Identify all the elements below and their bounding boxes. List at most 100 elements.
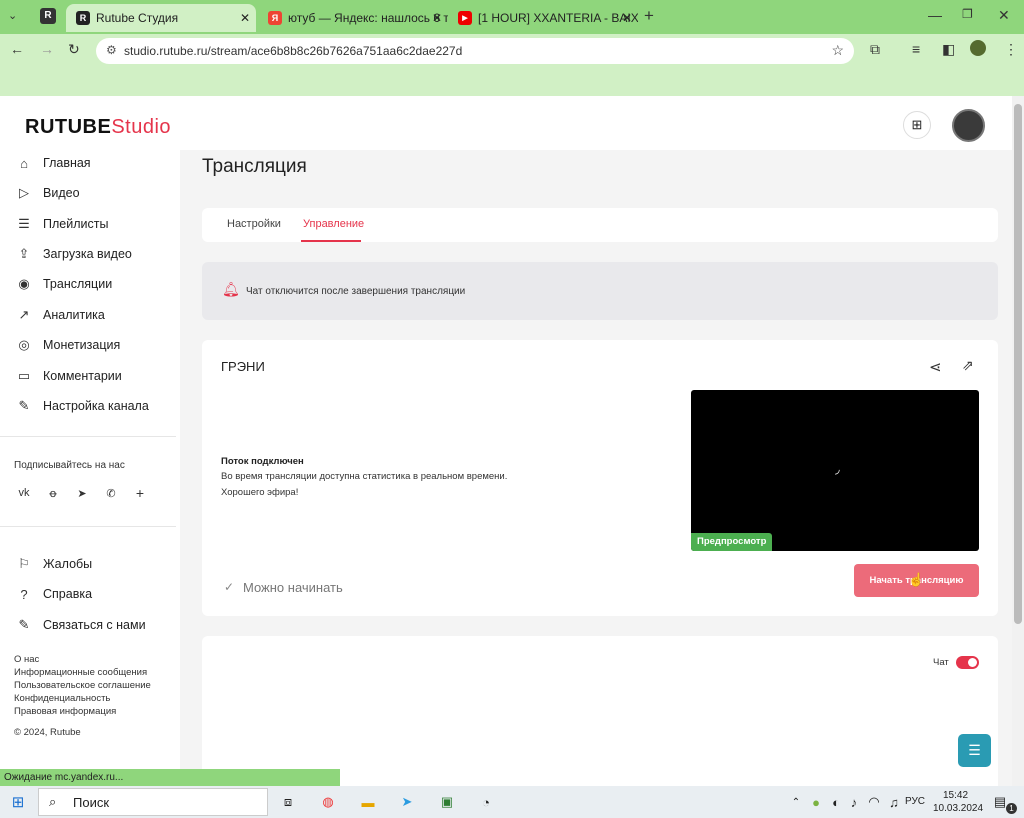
site-info-icon[interactable]: ⚙ xyxy=(106,43,117,57)
cursor-hand-icon: ☝ xyxy=(908,572,925,587)
divider xyxy=(0,436,176,437)
support-chat-icon[interactable]: ☰ xyxy=(958,734,991,767)
obs-icon[interactable]: ◔ xyxy=(476,792,496,812)
sidebar-item-contact[interactable]: ✎ Связаться с нами xyxy=(14,615,146,635)
page-scrollbar[interactable] xyxy=(1012,96,1024,786)
wand-icon: ✎ xyxy=(18,398,30,413)
tab-list-icon[interactable]: ⌄ xyxy=(8,9,17,22)
footer-link[interactable]: О нас xyxy=(14,654,39,665)
browser-tab-bar: ⌄ R R Rutube Студия ✕ Я ютуб — Яндекс: н… xyxy=(0,0,1024,34)
windows-start-icon[interactable]: ⊞ xyxy=(8,792,28,812)
extensions-icon[interactable]: ⧉ xyxy=(870,41,880,58)
stream-status-text: Во время трансляции доступна статистика … xyxy=(221,471,508,482)
viber-icon[interactable]: ✆ xyxy=(101,484,121,502)
sidebar-item-broadcasts[interactable]: ◉ Трансляции xyxy=(14,274,112,294)
bell-icon: 🔔︎ xyxy=(222,281,240,297)
sidebar-item-comments[interactable]: ▭ Комментарии xyxy=(14,366,122,386)
taskbar-search[interactable]: ⌕ Поиск xyxy=(38,788,268,816)
toggle-knob xyxy=(968,658,977,667)
pinned-tab-icon[interactable]: R xyxy=(40,8,56,24)
open-external-icon[interactable]: ⇗ xyxy=(962,357,974,374)
bookmark-star-icon[interactable]: ☆ xyxy=(831,42,844,59)
tab-youtube[interactable]: ▶ [1 HOUR] XXANTERIA - BAIXO ✕ xyxy=(448,4,638,32)
clock-date[interactable]: 10.03.2024 xyxy=(933,803,983,814)
url-text: studio.rutube.ru/stream/ace6b8b8c26b7626… xyxy=(124,44,463,58)
forward-icon[interactable]: → xyxy=(40,41,54,57)
sidebar-item-complaints[interactable]: ⚐ Жалобы xyxy=(14,554,92,574)
footer-link[interactable]: Правовая информация xyxy=(14,706,116,717)
chat-card: Чат xyxy=(202,636,998,786)
side-panel-icon[interactable]: ◧ xyxy=(942,41,955,58)
back-icon[interactable]: ← xyxy=(10,41,24,57)
money-icon: ◎ xyxy=(18,337,30,352)
chrome-icon[interactable]: ◍ xyxy=(318,792,338,812)
sidebar-item-label: Связаться с нами xyxy=(43,618,146,632)
windows-taskbar: ⊞ ⌕ Поиск ⧈ ◍ ▬ ➤ ▣ ◔ ⌃ ● ◐ ♪ ◠ ♫ РУС 15… xyxy=(0,786,1024,818)
tab-management[interactable]: Управление xyxy=(303,218,364,230)
sidebar-item-upload[interactable]: ⇪ Загрузка видео xyxy=(14,244,132,264)
ok-icon[interactable]: ꝋ xyxy=(43,484,63,502)
comments-icon: ▭ xyxy=(17,368,31,383)
footer-link[interactable]: Информационные сообщения xyxy=(14,667,147,678)
clock-time[interactable]: 15:42 xyxy=(943,790,968,801)
address-bar[interactable]: ⚙ studio.rutube.ru/stream/ace6b8b8c26b76… xyxy=(96,38,854,64)
sidebar-item-analytics[interactable]: ↗ Аналитика xyxy=(14,305,105,325)
sidebar: RUTUBEStudio ⌂ Главная ▷ Видео ☰ Плейлисты … xyxy=(0,96,180,786)
close-tab-icon[interactable]: ✕ xyxy=(432,11,442,25)
chat-toggle[interactable] xyxy=(956,656,979,669)
tab-settings[interactable]: Настройки xyxy=(227,218,281,230)
flag-icon: ⚐ xyxy=(18,556,30,571)
rutube-studio-logo[interactable]: RUTUBEStudio xyxy=(25,116,171,139)
window-close-icon[interactable]: ✕ xyxy=(998,7,1010,24)
close-tab-icon[interactable]: ✕ xyxy=(240,11,250,25)
more-icon[interactable]: + xyxy=(130,484,150,502)
show-hidden-icons[interactable]: ⌃ xyxy=(786,792,806,812)
sidebar-item-playlists[interactable]: ☰ Плейлисты xyxy=(14,214,108,234)
footer-link[interactable]: Конфиденциальность xyxy=(14,693,110,704)
sidebar-item-label: Жалобы xyxy=(43,557,93,571)
close-tab-icon[interactable]: ✕ xyxy=(622,11,632,25)
add-content-icon[interactable]: ⊞ xyxy=(903,111,931,139)
restore-icon[interactable]: ❐ xyxy=(962,7,973,21)
analytics-icon: ↗ xyxy=(18,307,30,322)
ready-status: Можно начинать xyxy=(243,580,343,595)
reload-icon[interactable]: ↻ xyxy=(68,41,80,58)
sidebar-item-home[interactable]: ⌂ Главная xyxy=(14,153,91,173)
file-explorer-icon[interactable]: ▬ xyxy=(358,792,378,812)
edit-icon: ✎ xyxy=(18,617,30,632)
volume-icon[interactable]: ♫ xyxy=(884,792,904,812)
profile-icon[interactable] xyxy=(970,40,986,56)
minimize-icon[interactable]: — xyxy=(928,7,942,23)
subscribe-label: Подписывайтесь на нас xyxy=(14,460,125,471)
vk-icon[interactable]: vk xyxy=(14,484,34,502)
tray-app-icon[interactable]: ● xyxy=(806,792,826,812)
new-tab-icon[interactable]: + xyxy=(644,6,654,26)
sidebar-item-monetization[interactable]: ◎ Монетизация xyxy=(14,335,120,355)
wifi-icon[interactable]: ◠ xyxy=(864,792,884,812)
microphone-icon[interactable]: ♪ xyxy=(844,792,864,812)
telegram-icon[interactable]: ➤ xyxy=(72,484,92,502)
avatar[interactable] xyxy=(952,109,985,142)
telegram-taskbar-icon[interactable]: ➤ xyxy=(397,792,417,812)
sidebar-item-help[interactable]: ? Справка xyxy=(14,584,92,604)
scroll-thumb[interactable] xyxy=(1014,104,1022,624)
sidebar-item-label: Главная xyxy=(43,156,91,170)
app-icon[interactable]: ▣ xyxy=(437,792,457,812)
home-icon: ⌂ xyxy=(20,155,28,171)
language-indicator[interactable]: РУС xyxy=(905,796,925,807)
footer-link[interactable]: Пользовательское соглашение xyxy=(14,680,151,691)
tab-yandex[interactable]: Я ютуб — Яндекс: нашлось 6 ты ✕ xyxy=(258,4,448,32)
tab-rutube-studio[interactable]: R Rutube Студия ✕ xyxy=(66,4,256,32)
youtube-favicon-icon: ▶ xyxy=(458,11,472,25)
sidebar-item-video[interactable]: ▷ Видео xyxy=(14,183,80,203)
tray-network-icon[interactable]: ◐ xyxy=(826,792,846,812)
menu-icon[interactable]: ⋮ xyxy=(1004,41,1018,58)
share-icon[interactable]: ⋖ xyxy=(929,358,942,376)
sidebar-item-channel-settings[interactable]: ✎ Настройка канала xyxy=(14,396,149,416)
tabs-card: Настройки Управление xyxy=(202,208,998,242)
reading-list-icon[interactable]: ≡ xyxy=(912,41,920,57)
task-view-icon[interactable]: ⧈ xyxy=(278,792,298,812)
video-icon: ▷ xyxy=(19,185,29,200)
stream-preview-player[interactable]: ◞ Предпросмотр xyxy=(691,390,979,551)
stream-title: ГРЭНИ xyxy=(221,359,265,374)
